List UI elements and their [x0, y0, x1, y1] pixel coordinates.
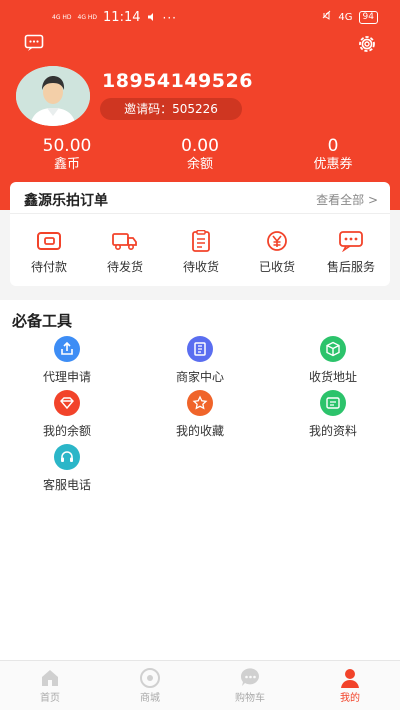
- shop-icon: [110, 667, 190, 689]
- invite-code-badge[interactable]: 邀请码：505226: [100, 98, 242, 120]
- tab-mine[interactable]: 我的: [310, 667, 390, 704]
- tool-label: 代理申请: [42, 370, 91, 384]
- network-indicator: 4G: [338, 11, 353, 23]
- tab-label: 我的: [340, 693, 360, 704]
- order-pending-payment[interactable]: 待付款: [14, 230, 84, 275]
- stat-balance[interactable]: 0.00 余额: [145, 136, 255, 174]
- order-item-label: 已收货: [258, 260, 295, 274]
- tab-cart[interactable]: 购物车: [210, 667, 290, 704]
- tab-label: 首页: [40, 693, 60, 704]
- tool-label: 收货地址: [308, 370, 357, 384]
- tab-shop[interactable]: 商城: [110, 667, 190, 704]
- tool-my-balance[interactable]: 我的余额: [22, 390, 112, 439]
- stat-value: 50.00: [42, 136, 92, 156]
- tool-label: 我的资料: [308, 424, 357, 438]
- status-bar: 4G HD 4G HD 11:14 ··· 4G 94: [0, 8, 400, 28]
- order-pending-shipment[interactable]: 待发货: [90, 230, 160, 275]
- order-item-label: 售后服务: [326, 260, 375, 274]
- tool-merchant-center[interactable]: 商家中心: [155, 336, 245, 385]
- stat-label: 鑫币: [53, 157, 80, 172]
- stat-coins[interactable]: 50.00 鑫币: [12, 136, 122, 174]
- diamond-icon: [54, 390, 80, 416]
- battery-icon: 94: [358, 10, 378, 24]
- tool-agent-apply[interactable]: 代理申请: [22, 336, 112, 385]
- stat-label: 余额: [186, 157, 213, 172]
- tab-label: 商城: [140, 693, 160, 704]
- settings-gear-icon[interactable]: [356, 33, 378, 55]
- cart-icon: [210, 667, 290, 689]
- order-pending-receipt[interactable]: 待收货: [166, 230, 236, 275]
- box-icon: [320, 336, 346, 362]
- tool-label: 客服电话: [42, 478, 91, 492]
- wallet-icon: [14, 230, 84, 252]
- stat-label: 优惠券: [313, 157, 353, 172]
- tools-section: 必备工具 代理申请 商家中心 收货地址 我的余额 我的收藏 我的资料 客服电话: [0, 300, 400, 660]
- order-after-sales[interactable]: 售后服务: [316, 230, 386, 275]
- tool-my-favorites[interactable]: 我的收藏: [155, 390, 245, 439]
- stat-value: 0.00: [181, 136, 219, 156]
- chat-icon: [316, 230, 386, 252]
- home-icon: [10, 667, 90, 689]
- order-received[interactable]: 已收货: [242, 230, 312, 275]
- profile-header: 4G HD 4G HD 11:14 ··· 4G 94 18954149526 …: [0, 0, 400, 210]
- tab-home[interactable]: 首页: [10, 667, 90, 704]
- signal-icon-2: 4G HD: [77, 14, 98, 21]
- tool-label: 商家中心: [175, 370, 224, 384]
- bottom-tab-bar: 首页 商城 购物车 我的: [0, 660, 400, 710]
- tab-label: 购物车: [235, 693, 265, 704]
- tools-title: 必备工具: [12, 312, 73, 330]
- order-item-label: 待发货: [106, 260, 143, 274]
- divider: [10, 213, 390, 214]
- order-card: 鑫源乐拍订单 查看全部 > 待付款 待发货 待收货 已收货 售后服务: [10, 182, 390, 286]
- upload-icon: [54, 336, 80, 362]
- tool-label: 我的余额: [42, 424, 91, 438]
- signal-icon: 4G HD: [52, 14, 72, 21]
- yen-icon: [242, 230, 312, 252]
- clipboard-icon: [166, 230, 236, 252]
- mute-icon: [321, 10, 332, 24]
- user-icon: [310, 667, 390, 689]
- book-icon: [187, 336, 213, 362]
- tool-label: 我的收藏: [175, 424, 224, 438]
- avatar[interactable]: [16, 66, 90, 126]
- profile-icon: [320, 390, 346, 416]
- stat-value: 0: [327, 136, 339, 156]
- stat-coupons[interactable]: 0 优惠券: [278, 136, 388, 174]
- volume-icon: [147, 11, 157, 25]
- star-icon: [187, 390, 213, 416]
- tool-my-profile[interactable]: 我的资料: [288, 390, 378, 439]
- user-phone: 18954149526: [102, 70, 253, 92]
- order-item-label: 待收货: [182, 260, 219, 274]
- order-item-label: 待付款: [30, 260, 67, 274]
- view-all-orders-link[interactable]: 查看全部 >: [316, 191, 378, 208]
- tool-customer-service[interactable]: 客服电话: [22, 444, 112, 493]
- status-time: 11:14: [103, 10, 141, 25]
- status-dots: ···: [162, 10, 177, 25]
- message-icon[interactable]: [24, 33, 44, 53]
- tool-shipping-address[interactable]: 收货地址: [288, 336, 378, 385]
- headset-icon: [54, 444, 80, 470]
- truck-icon: [90, 230, 160, 252]
- order-card-title: 鑫源乐拍订单: [24, 193, 108, 209]
